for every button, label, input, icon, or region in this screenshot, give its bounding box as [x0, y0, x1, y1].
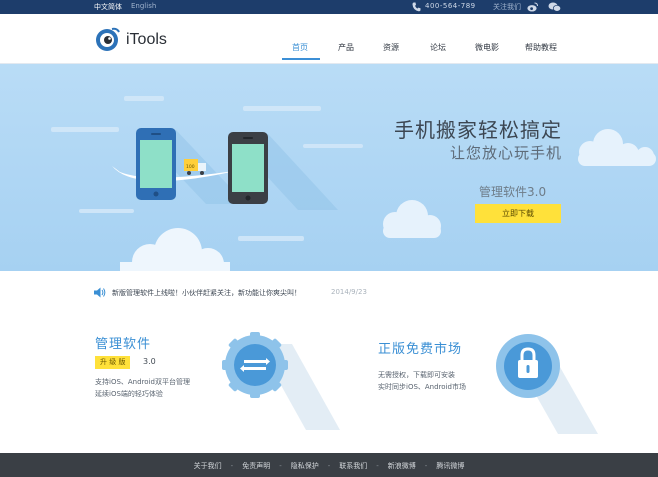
logo-text[interactable]: iTools — [126, 31, 167, 49]
itools-logo-icon[interactable] — [94, 26, 122, 52]
footer-link-sina-weibo[interactable]: 新浪微博 — [388, 461, 416, 471]
footer-link-disclaimer[interactable]: 免责声明 — [242, 461, 270, 471]
hero-illustration: 100 — [51, 96, 656, 271]
speaker-icon — [94, 287, 106, 298]
follow-us-label: 关注我们 — [493, 3, 521, 11]
hero-title: 手机搬家轻松搞定 — [394, 118, 562, 142]
feature-manager-desc-1: 支持iOS、Android双平台管理 — [95, 378, 190, 386]
nav-products[interactable]: 产品 — [338, 42, 354, 53]
hero-subtitle: 让您放心玩手机 — [449, 144, 562, 162]
nav-help[interactable]: 帮助教程 — [525, 42, 557, 53]
footer-separator: - — [230, 462, 234, 470]
weibo-icon[interactable] — [527, 2, 538, 12]
footer-links: 关于我们 - 免责声明 - 隐私保护 - 联系我们 - 新浪微博 - 腾讯微博 — [0, 461, 658, 471]
phone-number: 400-564-789 — [425, 2, 476, 10]
footer-link-privacy[interactable]: 隐私保护 — [291, 461, 319, 471]
top-bar: 中文简体 English 400-564-789 关注我们 — [0, 0, 658, 14]
news-bar: 新版管理软件上线啦！小伙伴赶紧关注，新功能让你爽尖叫！ 2014/9/23 — [0, 271, 658, 311]
footer-separator: - — [424, 462, 428, 470]
lang-chinese-link[interactable]: 中文简体 — [94, 2, 122, 12]
footer-separator: - — [279, 462, 282, 470]
lock-badge-icon[interactable] — [494, 330, 598, 436]
nav-resources[interactable]: 资源 — [383, 42, 399, 53]
feature-manager-desc-2: 延续iOS端的轻巧体验 — [95, 390, 163, 398]
news-headline-link[interactable]: 新版管理软件上线啦！小伙伴赶紧关注，新功能让你爽尖叫！ — [112, 288, 301, 298]
feature-market-desc-1: 无需授权，下载即可安装 — [378, 371, 455, 379]
hero-version: 管理软件3.0 — [479, 185, 547, 199]
footer-separator: - — [327, 462, 331, 470]
phone-icon — [412, 2, 421, 12]
feature-market-desc-2: 实时同步iOS、Android市场 — [378, 383, 466, 391]
truck-label: 100 — [186, 164, 195, 170]
nav-active-indicator — [282, 58, 320, 60]
site-footer: 关于我们 - 免责声明 - 隐私保护 - 联系我们 - 新浪微博 - 腾讯微博 — [0, 453, 658, 477]
site-header: iTools 首页 产品 资源 论坛 微电影 帮助教程 — [0, 14, 658, 64]
footer-separator: - — [376, 462, 379, 470]
feature-manager-version: 3.0 — [143, 357, 156, 366]
footer-link-about[interactable]: 关于我们 — [194, 461, 222, 471]
sync-gear-icon[interactable] — [222, 322, 342, 432]
footer-link-contact[interactable]: 联系我们 — [339, 461, 367, 471]
feature-manager-title[interactable]: 管理软件 — [95, 333, 151, 352]
feature-market-title[interactable]: 正版免费市场 — [378, 338, 462, 357]
wechat-icon[interactable] — [548, 2, 561, 12]
nav-home[interactable]: 首页 — [292, 42, 308, 53]
nav-micro-film[interactable]: 微电影 — [475, 42, 499, 53]
hero-banner: 100 手机搬家轻松搞定 让您放心玩手机 管理软件3.0 立即下载 — [0, 64, 658, 271]
download-button[interactable]: 立即下载 — [475, 204, 561, 223]
lang-english-link[interactable]: English — [131, 2, 156, 10]
upgrade-badge: 升 级 版 — [95, 356, 131, 369]
news-date: 2014/9/23 — [331, 288, 367, 296]
nav-forum[interactable]: 论坛 — [430, 42, 446, 53]
footer-link-tencent-weibo[interactable]: 腾讯微博 — [436, 461, 464, 471]
